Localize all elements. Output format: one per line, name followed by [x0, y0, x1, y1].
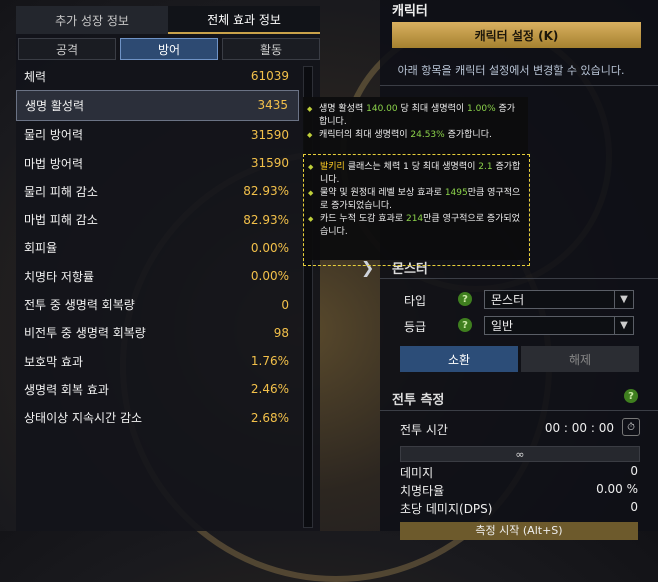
stat-row[interactable]: 물리 피해 감소 82.93% [16, 177, 299, 205]
damage-row: 데미지 0 [400, 464, 638, 481]
subtab-attack[interactable]: 공격 [18, 38, 116, 60]
type-select-value: 몬스터 [491, 293, 525, 307]
infinity-label: ∞ [515, 447, 525, 461]
tooltip-line: 캐릭터의 최대 생명력이 24.53% 증가합니다. [303, 129, 522, 142]
stat-label: 체력 [24, 69, 47, 84]
subtab-defense[interactable]: 방어 [120, 38, 218, 60]
stat-value: 2.46% [250, 382, 289, 397]
stat-label: 비전투 중 생명력 회복량 [24, 326, 146, 341]
stat-value: 31590 [250, 127, 289, 142]
stat-row[interactable]: 마법 피해 감소 82.93% [16, 205, 299, 233]
tooltip-detail-box: 발키리 클래스는 체력 1 당 최대 생명력이 2.1 증가합니다. 물약 및 … [303, 154, 530, 266]
stat-label: 물리 피해 감소 [24, 184, 98, 199]
tab-extra-growth[interactable]: 추가 성장 정보 [16, 6, 168, 34]
damage-value: 0 [630, 464, 638, 478]
sub-tabs: 공격 방어 활동 [16, 34, 320, 60]
stat-value: 82.93% [243, 212, 289, 227]
stat-row[interactable]: 생명력 회복 효과 2.46% [16, 375, 299, 403]
subtab-activity[interactable]: 활동 [222, 38, 320, 60]
stat-label: 전투 중 생명력 회복량 [24, 298, 135, 313]
crit-row: 치명타율 0.00 % [400, 482, 638, 499]
stat-value: 61039 [250, 69, 289, 84]
tab-all-effects[interactable]: 전체 효과 정보 [168, 6, 320, 34]
stat-label: 생명 활성력 [25, 98, 85, 113]
stat-list: 체력 61039 생명 활성력 3435 물리 방어력 31590 마법 방어력 315… [16, 62, 299, 432]
grade-select[interactable]: 일반 ▼ [484, 316, 634, 335]
crit-label: 치명타율 [400, 484, 445, 498]
stat-tooltip: 생명 활성력 140.00 당 최대 생명력이 1.00% 증가합니다. 캐릭터… [303, 97, 530, 266]
combat-section-title: 전투 측정 [392, 393, 445, 408]
stat-value: 0 [281, 297, 289, 312]
stats-panel: 추가 성장 정보 전체 효과 정보 공격 방어 활동 체력 61039 생명 활성… [16, 6, 320, 531]
combat-progress-bar: ∞ [400, 446, 640, 462]
stat-row[interactable]: 생명 활성력 3435 [16, 90, 299, 121]
stat-label: 마법 방어력 [24, 156, 84, 171]
stat-row[interactable]: 상태이상 지속시간 감소 2.68% [16, 404, 299, 432]
grade-select-value: 일반 [491, 319, 514, 333]
combat-time-label: 전투 시간 [400, 423, 448, 437]
stat-value: 31590 [250, 156, 289, 171]
settings-info-text: 아래 항목을 캐릭터 설정에서 변경할 수 있습니다. [397, 64, 625, 77]
stat-value: 82.93% [243, 184, 289, 199]
stat-row[interactable]: 물리 방어력 31590 [16, 121, 299, 149]
stat-row[interactable]: 전투 중 생명력 회복량 0 [16, 290, 299, 318]
help-icon[interactable]: ? [458, 318, 472, 332]
tooltip-line: 카드 누적 도감 효과로 214만큼 영구적으로 증가되었습니다. [304, 213, 523, 239]
stat-value: 0.00% [250, 240, 289, 255]
chevron-down-icon: ▼ [614, 291, 633, 308]
character-settings-button[interactable]: 캐릭터 설정 (K) [392, 22, 641, 48]
stat-label: 상태이상 지속시간 감소 [24, 411, 143, 426]
release-button[interactable]: 해제 [521, 346, 639, 372]
divider [380, 278, 658, 279]
stopwatch-icon[interactable]: ⏱ [622, 418, 640, 436]
dps-row: 초당 데미지(DPS) 0 [400, 500, 638, 517]
stat-label: 회피율 [24, 241, 58, 256]
crit-value: 0.00 % [596, 482, 638, 496]
stat-value: 0.00% [250, 269, 289, 284]
top-tabs: 추가 성장 정보 전체 효과 정보 [16, 6, 320, 34]
type-label: 타입 [404, 294, 427, 308]
stat-row[interactable]: 마법 방어력 31590 [16, 149, 299, 177]
summon-button[interactable]: 소환 [400, 346, 518, 372]
start-measure-button[interactable]: 측정 시작 (Alt+S) [400, 522, 638, 540]
stat-value: 1.76% [250, 354, 289, 369]
stat-row[interactable]: 보호막 효과 1.76% [16, 347, 299, 375]
combat-time-row: 전투 시간 00 : 00 : 00 [400, 421, 638, 438]
chevron-down-icon: ▼ [614, 317, 633, 334]
tooltip-line: 생명 활성력 140.00 당 최대 생명력이 1.00% 증가합니다. [303, 103, 522, 129]
dps-label: 초당 데미지(DPS) [400, 502, 493, 516]
divider [380, 410, 658, 411]
tooltip-line: 발키리 클래스는 체력 1 당 최대 생명력이 2.1 증가합니다. [304, 161, 523, 187]
tooltip-top: 생명 활성력 140.00 당 최대 생명력이 1.00% 증가합니다. 캐릭터… [303, 97, 528, 142]
stat-label: 마법 피해 감소 [24, 213, 98, 228]
help-icon[interactable]: ? [458, 292, 472, 306]
stat-row[interactable]: 치명타 저항률 0.00% [16, 262, 299, 290]
stat-value: 98 [273, 325, 289, 340]
divider [380, 85, 658, 86]
damage-label: 데미지 [400, 466, 434, 480]
help-icon[interactable]: ? [624, 389, 638, 403]
panel-title: 캐릭터 [392, 4, 428, 19]
stat-row[interactable]: 회피율 0.00% [16, 234, 299, 262]
stat-row[interactable]: 비전투 중 생명력 회복량 98 [16, 319, 299, 347]
stat-value: 2.68% [250, 410, 289, 425]
stat-row[interactable]: 체력 61039 [16, 62, 299, 90]
dps-value: 0 [630, 500, 638, 514]
tooltip-line: 물약 및 원정대 레벨 보상 효과로 1495만큼 영구적으로 증가되었습니다. [304, 187, 523, 213]
grade-label: 등급 [404, 320, 427, 334]
stat-label: 치명타 저항률 [24, 269, 95, 284]
stat-label: 물리 방어력 [24, 128, 84, 143]
stat-value: 3435 [257, 98, 288, 113]
type-select[interactable]: 몬스터 ▼ [484, 290, 634, 309]
stat-label: 보호막 효과 [24, 354, 84, 369]
stat-label: 생명력 회복 효과 [24, 382, 109, 397]
